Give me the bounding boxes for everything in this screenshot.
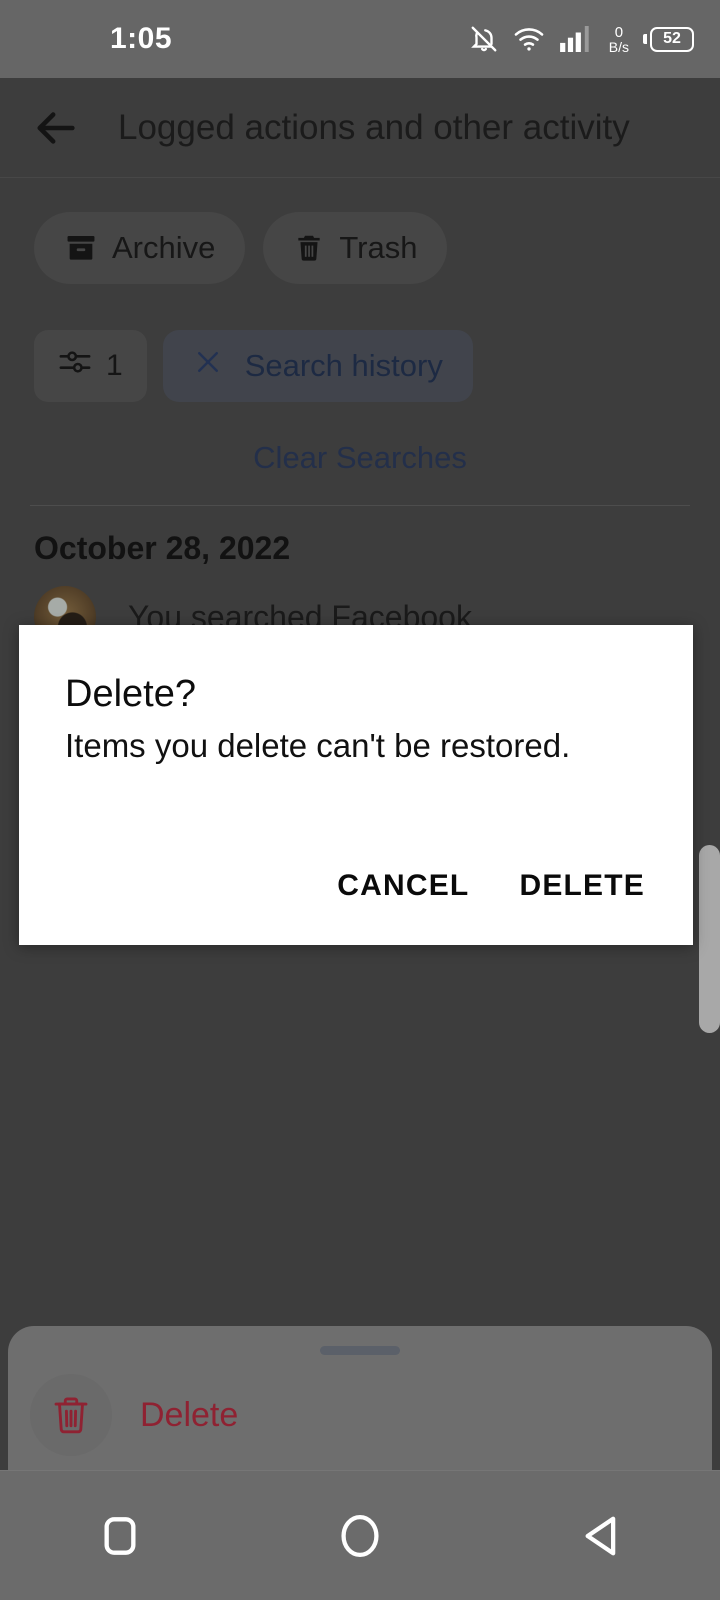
bottom-sheet-delete-label: Delete [140, 1395, 239, 1434]
chip-archive[interactable]: Archive [34, 212, 246, 284]
filter-button[interactable]: 1 [34, 330, 147, 402]
filter-count: 1 [106, 349, 123, 382]
feed-date-header: October 28, 2022 [34, 530, 291, 566]
bottom-sheet: Delete [8, 1326, 712, 1470]
chip-trash-label: Trash [339, 230, 418, 265]
recents-square-icon[interactable] [60, 1471, 180, 1600]
bottom-sheet-delete-action[interactable]: Delete [30, 1374, 238, 1456]
wifi-icon [513, 26, 545, 52]
battery-level: 52 [650, 26, 694, 52]
app-bar: Logged actions and other activity [0, 78, 720, 178]
network-speed-value: 0 [614, 23, 624, 41]
dialog-actions: CANCEL DELETE [337, 869, 645, 903]
dialog-message: Items you delete can't be restored. [65, 727, 571, 764]
active-filter-label: Search history [244, 348, 443, 383]
close-x-icon[interactable] [193, 347, 223, 385]
network-speed-indicator: 0 B/s [609, 25, 629, 54]
phone-screen: 1:05 0 B/s 52 Logged actions and other a… [0, 0, 720, 1600]
status-icons: 0 B/s 52 [469, 23, 694, 55]
chip-archive-label: Archive [112, 230, 216, 265]
cancel-button[interactable]: CANCEL [337, 869, 469, 903]
category-chip-row: Archive Trash [0, 212, 720, 284]
page-title: Logged actions and other activity [118, 107, 630, 147]
status-bar: 1:05 0 B/s 52 [0, 0, 720, 78]
clear-searches-link[interactable]: Clear Searches [0, 440, 720, 476]
network-speed-unit: B/s [608, 38, 629, 55]
dialog-title: Delete? [65, 673, 196, 715]
home-circle-icon[interactable] [300, 1471, 420, 1600]
delete-button[interactable]: DELETE [519, 869, 645, 903]
active-filter-search-history[interactable]: Search history [162, 330, 473, 402]
status-time: 1:05 [110, 22, 173, 55]
chip-trash[interactable]: Trash [263, 212, 448, 284]
back-triangle-icon[interactable] [540, 1471, 660, 1600]
battery-icon: 52 [643, 26, 694, 52]
section-divider [30, 505, 690, 506]
system-navigation-bar [0, 1470, 720, 1600]
tune-filter-icon [58, 347, 92, 385]
trash-icon [30, 1374, 112, 1456]
scrollbar-thumb[interactable] [699, 845, 720, 1033]
delete-confirmation-dialog: Delete? Items you delete can't be restor… [19, 625, 693, 945]
archive-icon [64, 231, 98, 265]
battery-nub [643, 34, 647, 44]
back-arrow-icon[interactable] [34, 105, 80, 151]
trash-icon [293, 231, 325, 265]
notifications-off-icon [469, 23, 499, 55]
filter-row: 1 Search history [0, 330, 720, 402]
drag-handle[interactable] [320, 1346, 400, 1355]
cellular-signal-icon [559, 26, 595, 52]
